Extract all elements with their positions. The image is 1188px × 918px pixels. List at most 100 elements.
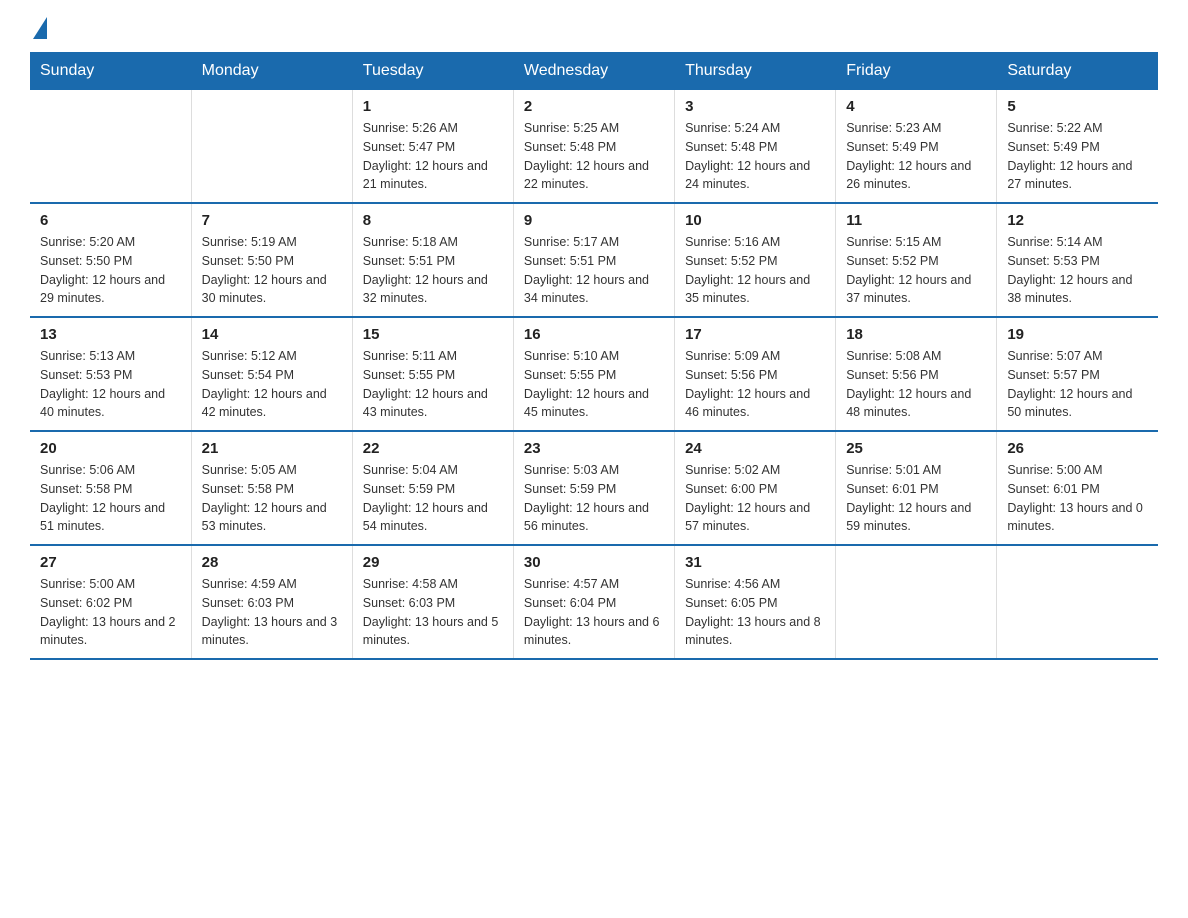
day-info: Sunrise: 4:56 AM Sunset: 6:05 PM Dayligh… bbox=[685, 575, 825, 650]
day-info: Sunrise: 5:05 AM Sunset: 5:58 PM Dayligh… bbox=[202, 461, 342, 536]
day-number: 7 bbox=[202, 212, 342, 229]
week-row-5: 27 Sunrise: 5:00 AM Sunset: 6:02 PM Dayli… bbox=[30, 545, 1158, 659]
col-header-saturday: Saturday bbox=[997, 52, 1158, 90]
col-header-friday: Friday bbox=[836, 52, 997, 90]
calendar-cell: 17 Sunrise: 5:09 AM Sunset: 5:56 PM Dayli… bbox=[675, 317, 836, 431]
calendar-cell: 5 Sunrise: 5:22 AM Sunset: 5:49 PM Daylig… bbox=[997, 90, 1158, 203]
day-info: Sunrise: 5:09 AM Sunset: 5:56 PM Dayligh… bbox=[685, 347, 825, 422]
calendar-cell: 30 Sunrise: 4:57 AM Sunset: 6:04 PM Dayli… bbox=[513, 545, 674, 659]
calendar-cell: 29 Sunrise: 4:58 AM Sunset: 6:03 PM Dayli… bbox=[352, 545, 513, 659]
day-info: Sunrise: 5:16 AM Sunset: 5:52 PM Dayligh… bbox=[685, 233, 825, 308]
calendar-cell: 2Sunrise: 5:25 AM Sunset: 5:48 PM Daylig… bbox=[513, 90, 674, 203]
day-number: 23 bbox=[524, 440, 664, 457]
day-info: Sunrise: 5:08 AM Sunset: 5:56 PM Dayligh… bbox=[846, 347, 986, 422]
day-number: 13 bbox=[40, 326, 181, 343]
day-number: 28 bbox=[202, 554, 342, 571]
day-number: 19 bbox=[1007, 326, 1148, 343]
calendar-cell: 27 Sunrise: 5:00 AM Sunset: 6:02 PM Dayli… bbox=[30, 545, 191, 659]
day-info: Sunrise: 5:15 AM Sunset: 5:52 PM Dayligh… bbox=[846, 233, 986, 308]
day-info: Sunrise: 5:19 AM Sunset: 5:50 PM Dayligh… bbox=[202, 233, 342, 308]
calendar-cell: 24 Sunrise: 5:02 AM Sunset: 6:00 PM Dayli… bbox=[675, 431, 836, 545]
day-number: 18 bbox=[846, 326, 986, 343]
col-header-tuesday: Tuesday bbox=[352, 52, 513, 90]
calendar-cell: 28 Sunrise: 4:59 AM Sunset: 6:03 PM Dayli… bbox=[191, 545, 352, 659]
day-number: 3 bbox=[685, 98, 825, 115]
week-row-2: 6 Sunrise: 5:20 AM Sunset: 5:50 PM Daylig… bbox=[30, 203, 1158, 317]
day-number: 15 bbox=[363, 326, 503, 343]
day-number: 29 bbox=[363, 554, 503, 571]
page-header bbox=[30, 20, 1158, 42]
day-number: 6 bbox=[40, 212, 181, 229]
day-info: Sunrise: 5:10 AM Sunset: 5:55 PM Dayligh… bbox=[524, 347, 664, 422]
day-info: Sunrise: 5:22 AM Sunset: 5:49 PM Dayligh… bbox=[1007, 119, 1148, 194]
calendar-cell: 21 Sunrise: 5:05 AM Sunset: 5:58 PM Dayli… bbox=[191, 431, 352, 545]
calendar-table: SundayMondayTuesdayWednesdayThursdayFrid… bbox=[30, 52, 1158, 660]
day-number: 11 bbox=[846, 212, 986, 229]
col-header-wednesday: Wednesday bbox=[513, 52, 674, 90]
day-number: 21 bbox=[202, 440, 342, 457]
day-number: 9 bbox=[524, 212, 664, 229]
day-number: 4 bbox=[846, 98, 986, 115]
day-number: 17 bbox=[685, 326, 825, 343]
week-row-1: 1 Sunrise: 5:26 AM Sunset: 5:47 PM Daylig… bbox=[30, 90, 1158, 203]
day-number: 10 bbox=[685, 212, 825, 229]
day-info: Sunrise: 5:01 AM Sunset: 6:01 PM Dayligh… bbox=[846, 461, 986, 536]
week-row-3: 13 Sunrise: 5:13 AM Sunset: 5:53 PM Dayli… bbox=[30, 317, 1158, 431]
calendar-cell: 9 Sunrise: 5:17 AM Sunset: 5:51 PM Daylig… bbox=[513, 203, 674, 317]
calendar-cell bbox=[997, 545, 1158, 659]
day-number: 22 bbox=[363, 440, 503, 457]
calendar-cell: 16Sunrise: 5:10 AM Sunset: 5:55 PM Dayli… bbox=[513, 317, 674, 431]
calendar-cell: 11 Sunrise: 5:15 AM Sunset: 5:52 PM Dayli… bbox=[836, 203, 997, 317]
day-number: 24 bbox=[685, 440, 825, 457]
logo bbox=[30, 20, 47, 42]
col-header-thursday: Thursday bbox=[675, 52, 836, 90]
calendar-cell: 10 Sunrise: 5:16 AM Sunset: 5:52 PM Dayli… bbox=[675, 203, 836, 317]
day-info: Sunrise: 5:20 AM Sunset: 5:50 PM Dayligh… bbox=[40, 233, 181, 308]
calendar-cell: 25 Sunrise: 5:01 AM Sunset: 6:01 PM Dayli… bbox=[836, 431, 997, 545]
day-number: 2 bbox=[524, 98, 664, 115]
day-info: Sunrise: 5:24 AM Sunset: 5:48 PM Dayligh… bbox=[685, 119, 825, 194]
day-info: Sunrise: 4:58 AM Sunset: 6:03 PM Dayligh… bbox=[363, 575, 503, 650]
calendar-cell: 1 Sunrise: 5:26 AM Sunset: 5:47 PM Daylig… bbox=[352, 90, 513, 203]
day-number: 27 bbox=[40, 554, 181, 571]
calendar-cell: 7 Sunrise: 5:19 AM Sunset: 5:50 PM Daylig… bbox=[191, 203, 352, 317]
day-info: Sunrise: 5:13 AM Sunset: 5:53 PM Dayligh… bbox=[40, 347, 181, 422]
day-number: 20 bbox=[40, 440, 181, 457]
calendar-cell: 13 Sunrise: 5:13 AM Sunset: 5:53 PM Dayli… bbox=[30, 317, 191, 431]
calendar-cell: 4 Sunrise: 5:23 AM Sunset: 5:49 PM Daylig… bbox=[836, 90, 997, 203]
day-info: Sunrise: 5:26 AM Sunset: 5:47 PM Dayligh… bbox=[363, 119, 503, 194]
day-number: 12 bbox=[1007, 212, 1148, 229]
day-info: Sunrise: 5:07 AM Sunset: 5:57 PM Dayligh… bbox=[1007, 347, 1148, 422]
day-number: 31 bbox=[685, 554, 825, 571]
logo-triangle-icon bbox=[33, 17, 47, 39]
calendar-cell: 19 Sunrise: 5:07 AM Sunset: 5:57 PM Dayli… bbox=[997, 317, 1158, 431]
day-number: 25 bbox=[846, 440, 986, 457]
calendar-cell: 3 Sunrise: 5:24 AM Sunset: 5:48 PM Daylig… bbox=[675, 90, 836, 203]
day-info: Sunrise: 5:11 AM Sunset: 5:55 PM Dayligh… bbox=[363, 347, 503, 422]
calendar-cell: 20 Sunrise: 5:06 AM Sunset: 5:58 PM Dayli… bbox=[30, 431, 191, 545]
col-header-monday: Monday bbox=[191, 52, 352, 90]
day-info: Sunrise: 5:17 AM Sunset: 5:51 PM Dayligh… bbox=[524, 233, 664, 308]
day-info: Sunrise: 5:14 AM Sunset: 5:53 PM Dayligh… bbox=[1007, 233, 1148, 308]
day-info: Sunrise: 4:59 AM Sunset: 6:03 PM Dayligh… bbox=[202, 575, 342, 650]
day-info: Sunrise: 5:18 AM Sunset: 5:51 PM Dayligh… bbox=[363, 233, 503, 308]
day-info: Sunrise: 4:57 AM Sunset: 6:04 PM Dayligh… bbox=[524, 575, 664, 650]
calendar-cell: 22Sunrise: 5:04 AM Sunset: 5:59 PM Dayli… bbox=[352, 431, 513, 545]
calendar-cell: 23Sunrise: 5:03 AM Sunset: 5:59 PM Dayli… bbox=[513, 431, 674, 545]
day-number: 1 bbox=[363, 98, 503, 115]
col-header-sunday: Sunday bbox=[30, 52, 191, 90]
week-row-4: 20 Sunrise: 5:06 AM Sunset: 5:58 PM Dayli… bbox=[30, 431, 1158, 545]
day-number: 14 bbox=[202, 326, 342, 343]
day-info: Sunrise: 5:06 AM Sunset: 5:58 PM Dayligh… bbox=[40, 461, 181, 536]
day-number: 30 bbox=[524, 554, 664, 571]
calendar-cell bbox=[30, 90, 191, 203]
calendar-cell: 6 Sunrise: 5:20 AM Sunset: 5:50 PM Daylig… bbox=[30, 203, 191, 317]
calendar-cell: 26Sunrise: 5:00 AM Sunset: 6:01 PM Dayli… bbox=[997, 431, 1158, 545]
day-info: Sunrise: 5:00 AM Sunset: 6:01 PM Dayligh… bbox=[1007, 461, 1148, 536]
calendar-cell: 15 Sunrise: 5:11 AM Sunset: 5:55 PM Dayli… bbox=[352, 317, 513, 431]
day-number: 5 bbox=[1007, 98, 1148, 115]
day-info: Sunrise: 5:00 AM Sunset: 6:02 PM Dayligh… bbox=[40, 575, 181, 650]
calendar-cell: 12 Sunrise: 5:14 AM Sunset: 5:53 PM Dayli… bbox=[997, 203, 1158, 317]
day-info: Sunrise: 5:23 AM Sunset: 5:49 PM Dayligh… bbox=[846, 119, 986, 194]
day-info: Sunrise: 5:02 AM Sunset: 6:00 PM Dayligh… bbox=[685, 461, 825, 536]
